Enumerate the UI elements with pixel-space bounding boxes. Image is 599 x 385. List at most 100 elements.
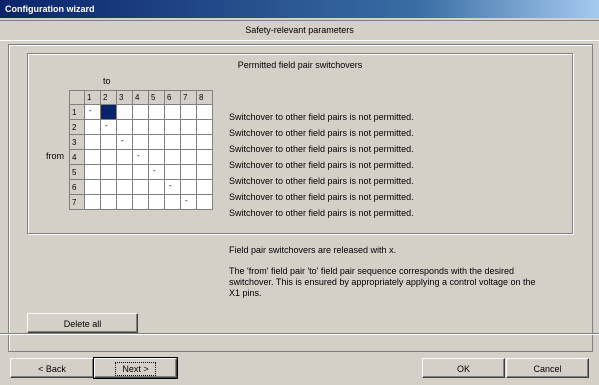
grid-cell[interactable] (164, 194, 181, 210)
grid-cell[interactable] (148, 119, 165, 135)
grid-cell[interactable] (196, 104, 213, 120)
grid-cell[interactable] (100, 149, 117, 165)
grid-cell[interactable] (84, 134, 101, 150)
grid-cell[interactable]: - (148, 164, 165, 180)
grid-cell[interactable]: - (132, 149, 149, 165)
ok-label: OK (456, 364, 470, 374)
switchover-message: Switchover to other field pairs is not p… (229, 208, 414, 218)
grid-cell[interactable]: - (84, 104, 101, 120)
grid-cell[interactable] (84, 149, 101, 165)
grid-cell[interactable] (148, 104, 165, 120)
grid-cell[interactable] (100, 164, 117, 180)
grid-cell[interactable] (164, 149, 181, 165)
grid-column-header: 6 (164, 90, 181, 105)
grid-row-header: 2 (69, 119, 85, 135)
grid-cell[interactable] (164, 164, 181, 180)
diagonal-dash: - (105, 121, 108, 130)
switchover-message: Switchover to other field pairs is not p… (229, 112, 414, 122)
info-sequence-2: switchover. This is ensured by appropria… (229, 277, 536, 287)
cancel-label: Cancel (533, 364, 562, 374)
button-divider (0, 333, 599, 335)
grid-cell[interactable] (164, 119, 181, 135)
grid-cell[interactable] (116, 164, 133, 180)
grid-cell[interactable] (100, 134, 117, 150)
section-title: Safety-relevant parameters (0, 20, 599, 41)
grid-cell[interactable] (196, 149, 213, 165)
grid-cell[interactable] (100, 179, 117, 195)
grid-cell[interactable] (148, 179, 165, 195)
grid-cell[interactable]: - (116, 134, 133, 150)
grid-cell[interactable] (196, 179, 213, 195)
grid-cell[interactable] (196, 119, 213, 135)
grid-column-header: 2 (100, 90, 117, 105)
next-label: Next > (115, 362, 156, 376)
diagonal-dash: - (185, 196, 188, 205)
grid-cell[interactable] (132, 179, 149, 195)
switchover-grid: 123456781-2-3-4-5-6-7- (69, 90, 213, 210)
grid-cell[interactable] (116, 104, 133, 120)
grid-row-header: 7 (69, 194, 85, 210)
grid-cell[interactable] (116, 194, 133, 210)
from-label: from (46, 151, 64, 161)
grid-cell[interactable] (196, 134, 213, 150)
switchover-message: Switchover to other field pairs is not p… (229, 192, 414, 202)
grid-cell[interactable] (132, 194, 149, 210)
back-label: < Back (38, 364, 66, 374)
grid-column-header: 1 (84, 90, 101, 105)
grid-cell[interactable] (164, 134, 181, 150)
grid-cell[interactable] (164, 104, 181, 120)
grid-cell[interactable] (196, 164, 213, 180)
grid-cell[interactable] (132, 119, 149, 135)
grid-column-header: 5 (148, 90, 165, 105)
grid-cell[interactable]: - (180, 194, 197, 210)
grid-cell[interactable] (196, 194, 213, 210)
grid-cell[interactable] (180, 149, 197, 165)
diagonal-dash: - (89, 106, 92, 115)
grid-cell[interactable] (84, 179, 101, 195)
window-title: Configuration wizard (0, 0, 599, 18)
grid-cell-selected[interactable] (100, 104, 117, 120)
grid-cell[interactable] (116, 179, 133, 195)
grid-cell[interactable] (180, 119, 197, 135)
grid-cell[interactable] (148, 194, 165, 210)
back-button[interactable]: < Back (10, 358, 94, 378)
grid-cell[interactable] (84, 164, 101, 180)
grid-cell[interactable] (180, 104, 197, 120)
diagonal-dash: - (169, 181, 172, 190)
ok-button[interactable]: OK (422, 358, 505, 378)
delete-all-label: Delete all (63, 319, 102, 329)
cancel-button[interactable]: Cancel (506, 358, 589, 378)
grid-cell[interactable] (116, 119, 133, 135)
grid-column-header: 7 (180, 90, 197, 105)
delete-all-button[interactable]: Delete all (27, 313, 138, 333)
grid-cell[interactable] (132, 134, 149, 150)
grid-cell[interactable] (100, 194, 117, 210)
grid-row-header: 3 (69, 134, 85, 150)
grid-row-header: 1 (69, 104, 85, 120)
grid-cell[interactable] (116, 149, 133, 165)
grid-cell[interactable] (148, 134, 165, 150)
grid-cell[interactable]: - (164, 179, 181, 195)
next-button[interactable]: Next > (93, 357, 178, 379)
grid-row-header: 5 (69, 164, 85, 180)
info-sequence-3: X1 pins. (229, 288, 262, 298)
grid-cell[interactable]: - (100, 119, 117, 135)
grid-column-header: 8 (196, 90, 213, 105)
grid-cell[interactable] (132, 104, 149, 120)
switchover-message: Switchover to other field pairs is not p… (229, 160, 414, 170)
grid-cell[interactable] (180, 134, 197, 150)
grid-cell[interactable] (132, 164, 149, 180)
grid-cell[interactable] (84, 119, 101, 135)
switchover-message: Switchover to other field pairs is not p… (229, 128, 414, 138)
diagonal-dash: - (137, 151, 140, 160)
grid-cell[interactable] (180, 164, 197, 180)
diagonal-dash: - (153, 166, 156, 175)
group-title: Permitted field pair switchovers (237, 60, 363, 70)
grid-cell[interactable] (84, 194, 101, 210)
info-sequence-1: The 'from' field pair 'to' field pair se… (229, 266, 515, 276)
grid-cell[interactable] (148, 149, 165, 165)
grid-row-header: 4 (69, 149, 85, 165)
grid-row-header: 6 (69, 179, 85, 195)
grid-cell[interactable] (180, 179, 197, 195)
grid-column-header: 4 (132, 90, 149, 105)
